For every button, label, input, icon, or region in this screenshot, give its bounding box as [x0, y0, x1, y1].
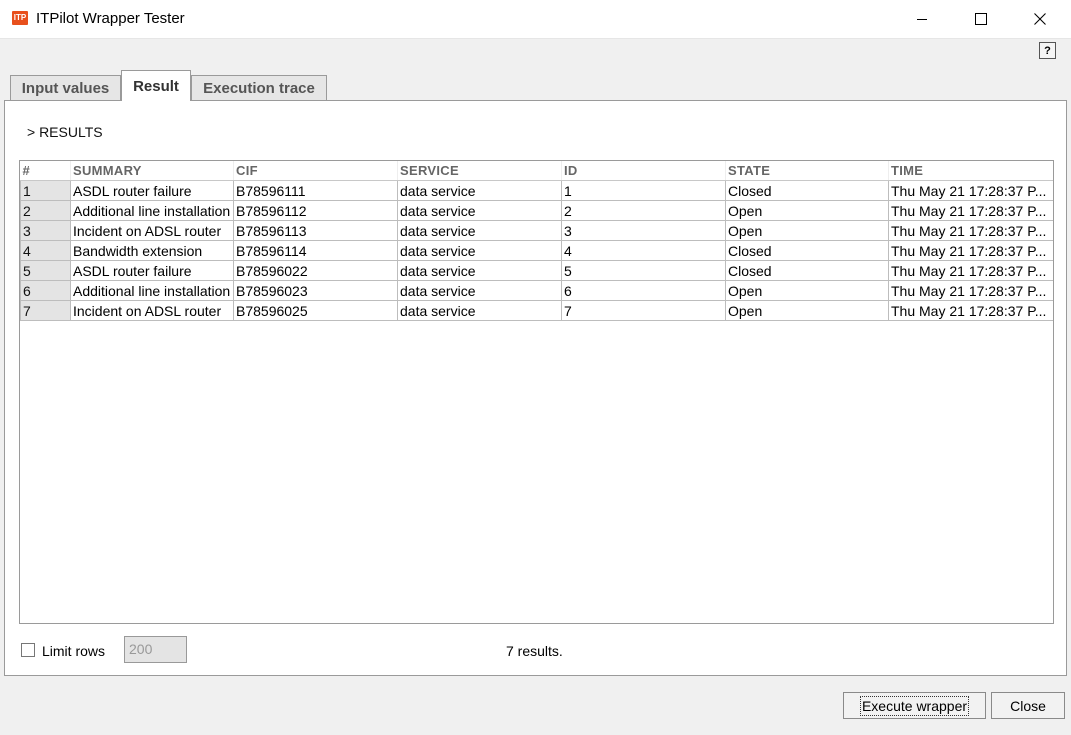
column-header-time[interactable]: TIME — [888, 161, 1053, 181]
row-number-cell: 3 — [20, 220, 71, 241]
minimize-icon — [917, 19, 927, 20]
time-cell: Thu May 21 17:28:37 P... — [888, 200, 1053, 221]
results-table-container[interactable]: # SUMMARY CIF SERVICE ID STATE TIME 1 AS… — [19, 160, 1054, 624]
time-cell: Thu May 21 17:28:37 P... — [888, 220, 1053, 241]
tab-input-values[interactable]: Input values — [10, 75, 121, 100]
state-cell: Open — [725, 200, 889, 221]
time-cell: Thu May 21 17:28:37 P... — [888, 180, 1053, 201]
row-number-cell: 6 — [20, 280, 71, 301]
id-cell: 1 — [561, 180, 726, 201]
service-cell: data service — [397, 260, 562, 281]
time-cell: Thu May 21 17:28:37 P... — [888, 240, 1053, 261]
service-cell: data service — [397, 280, 562, 301]
table-row[interactable]: 4 Bandwidth extension B78596114 data ser… — [20, 240, 1053, 261]
results-footer: Limit rows 200 7 results. — [5, 631, 1066, 671]
state-cell: Open — [725, 220, 889, 241]
row-number-cell: 4 — [20, 240, 71, 261]
time-cell: Thu May 21 17:28:37 P... — [888, 260, 1053, 281]
cif-cell: B78596112 — [233, 200, 398, 221]
cif-cell: B78596111 — [233, 180, 398, 201]
app-logo-icon: ITP — [12, 11, 28, 25]
row-number-cell: 2 — [20, 200, 71, 221]
summary-cell: Incident on ADSL router — [70, 300, 234, 321]
minimize-button[interactable] — [893, 0, 951, 38]
column-header-summary[interactable]: SUMMARY — [70, 161, 234, 181]
id-cell: 4 — [561, 240, 726, 261]
close-button[interactable]: Close — [991, 692, 1065, 719]
summary-cell: Additional line installation — [70, 200, 234, 221]
table-header-row: # SUMMARY CIF SERVICE ID STATE TIME — [20, 161, 1053, 181]
service-cell: data service — [397, 300, 562, 321]
execute-wrapper-button[interactable]: Execute wrapper — [843, 692, 986, 719]
column-header-state[interactable]: STATE — [725, 161, 889, 181]
summary-cell: Additional line installation — [70, 280, 234, 301]
limit-rows-checkbox[interactable] — [21, 643, 35, 657]
cif-cell: B78596022 — [233, 260, 398, 281]
tab-execution-trace[interactable]: Execution trace — [191, 75, 327, 100]
row-number-cell: 7 — [20, 300, 71, 321]
cif-cell: B78596025 — [233, 300, 398, 321]
help-button[interactable]: ? — [1039, 42, 1056, 59]
id-cell: 2 — [561, 200, 726, 221]
maximize-button[interactable] — [952, 0, 1010, 38]
results-heading[interactable]: > RESULTS — [27, 124, 103, 140]
column-header-service[interactable]: SERVICE — [397, 161, 562, 181]
summary-cell: Bandwidth extension — [70, 240, 234, 261]
id-cell: 5 — [561, 260, 726, 281]
limit-rows-label[interactable]: Limit rows — [42, 643, 105, 659]
column-header-id[interactable]: ID — [561, 161, 726, 181]
close-icon — [1034, 13, 1046, 25]
window-title: ITPilot Wrapper Tester — [36, 10, 185, 27]
service-cell: data service — [397, 180, 562, 201]
id-cell: 6 — [561, 280, 726, 301]
service-cell: data service — [397, 220, 562, 241]
table-row[interactable]: 5 ASDL router failure B78596022 data ser… — [20, 260, 1053, 281]
summary-cell: ASDL router failure — [70, 260, 234, 281]
id-cell: 7 — [561, 300, 726, 321]
table-row[interactable]: 6 Additional line installation B78596023… — [20, 280, 1053, 301]
state-cell: Open — [725, 280, 889, 301]
result-panel: > RESULTS # SUMMARY CIF SERVICE ID STATE… — [4, 100, 1067, 676]
time-cell: Thu May 21 17:28:37 P... — [888, 300, 1053, 321]
execute-wrapper-label: Execute wrapper — [859, 695, 970, 716]
title-bar: ITP ITPilot Wrapper Tester — [0, 0, 1071, 39]
cif-cell: B78596113 — [233, 220, 398, 241]
state-cell: Open — [725, 300, 889, 321]
time-cell: Thu May 21 17:28:37 P... — [888, 280, 1053, 301]
close-window-button[interactable] — [1011, 0, 1069, 38]
service-cell: data service — [397, 240, 562, 261]
results-count: 7 results. — [506, 643, 563, 659]
table-row[interactable]: 1 ASDL router failure B78596111 data ser… — [20, 180, 1053, 201]
column-header-number[interactable]: # — [20, 161, 71, 181]
service-cell: data service — [397, 200, 562, 221]
row-number-cell: 5 — [20, 260, 71, 281]
row-number-cell: 1 — [20, 180, 71, 201]
tab-result[interactable]: Result — [121, 70, 191, 101]
limit-rows-input[interactable]: 200 — [124, 636, 187, 663]
summary-cell: ASDL router failure — [70, 180, 234, 201]
cif-cell: B78596023 — [233, 280, 398, 301]
state-cell: Closed — [725, 180, 889, 201]
id-cell: 3 — [561, 220, 726, 241]
state-cell: Closed — [725, 260, 889, 281]
table-row[interactable]: 3 Incident on ADSL router B78596113 data… — [20, 220, 1053, 241]
state-cell: Closed — [725, 240, 889, 261]
table-row[interactable]: 7 Incident on ADSL router B78596025 data… — [20, 300, 1053, 321]
maximize-icon — [975, 13, 987, 25]
cif-cell: B78596114 — [233, 240, 398, 261]
summary-cell: Incident on ADSL router — [70, 220, 234, 241]
table-row[interactable]: 2 Additional line installation B78596112… — [20, 200, 1053, 221]
results-table: # SUMMARY CIF SERVICE ID STATE TIME 1 AS… — [20, 161, 1053, 321]
column-header-cif[interactable]: CIF — [233, 161, 398, 181]
